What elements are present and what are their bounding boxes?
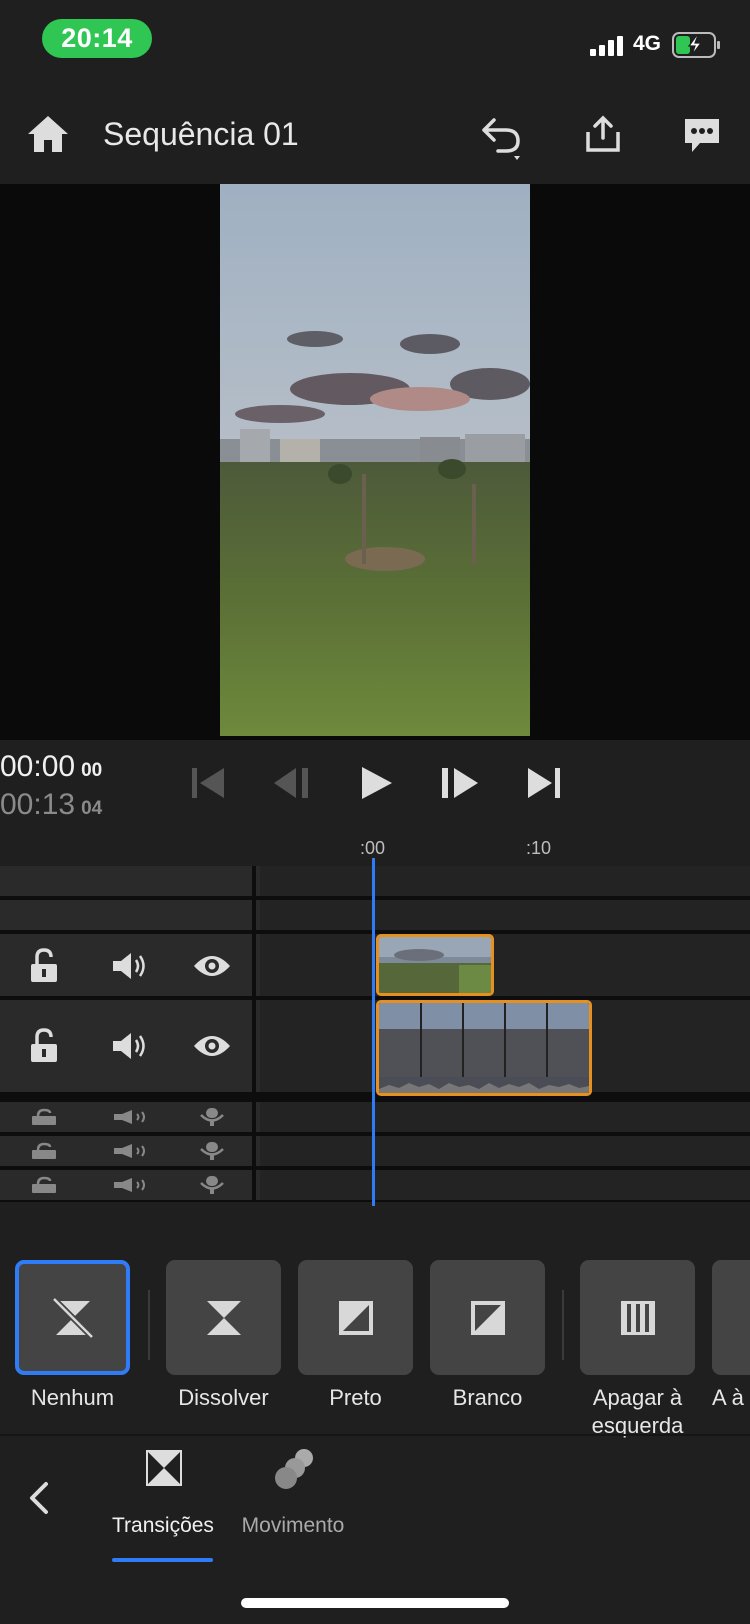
tab-transitions-label: Transições xyxy=(112,1514,214,1537)
clip-filmstrip xyxy=(379,1003,589,1093)
status-time: 20:14 xyxy=(42,19,152,58)
video-frame-image xyxy=(220,184,530,736)
dip-white-icon xyxy=(470,1300,505,1335)
lock-small-icon[interactable] xyxy=(28,1106,60,1128)
transition-none[interactable] xyxy=(15,1260,130,1375)
lock-icon[interactable] xyxy=(24,946,64,986)
share-button[interactable] xyxy=(584,114,622,159)
transition-black-label: Preto xyxy=(329,1385,382,1410)
track-row-empty xyxy=(0,866,750,896)
microphone-icon[interactable] xyxy=(194,1138,230,1164)
ruler-mark-0: :00 xyxy=(360,838,386,858)
video-track-2 xyxy=(0,934,750,996)
ruler-mark-10: :10 xyxy=(526,838,552,858)
motion-tab-icon xyxy=(275,1449,313,1489)
transition-white[interactable] xyxy=(430,1260,545,1375)
wipe-left-icon xyxy=(620,1300,655,1335)
speaker-icon[interactable] xyxy=(108,946,152,986)
transition-dissolve[interactable] xyxy=(166,1260,281,1375)
network-label: 4G xyxy=(633,32,662,55)
microphone-icon[interactable] xyxy=(194,1104,230,1130)
lock-small-icon[interactable] xyxy=(28,1174,60,1196)
video-track-1 xyxy=(0,1000,750,1092)
eye-icon[interactable] xyxy=(190,1026,234,1066)
transition-wipe-left-label: Apagar à esquerda xyxy=(591,1385,684,1438)
duration-timecode: 00:13 04 xyxy=(0,788,103,821)
home-button[interactable] xyxy=(26,114,70,159)
audio-track-3 xyxy=(0,1170,750,1200)
home-indicator xyxy=(241,1598,509,1608)
video-clip-v2[interactable] xyxy=(376,934,494,996)
speaker-small-icon[interactable] xyxy=(110,1106,154,1128)
audio-track-2 xyxy=(0,1136,750,1166)
separator xyxy=(148,1290,150,1360)
step-forward-button[interactable] xyxy=(440,766,480,805)
lock-icon[interactable] xyxy=(24,1026,64,1066)
feedback-button[interactable] xyxy=(682,116,722,161)
microphone-icon[interactable] xyxy=(194,1172,230,1198)
audio-track-1 xyxy=(0,1102,750,1132)
sequence-title: Sequência 01 xyxy=(103,116,299,152)
clip-thumbnail xyxy=(379,937,491,993)
step-back-button[interactable] xyxy=(272,766,312,805)
transition-partial-label: A à d xyxy=(712,1385,750,1410)
transition-wipe-left[interactable] xyxy=(580,1260,695,1375)
lock-small-icon[interactable] xyxy=(28,1140,60,1162)
tab-motion[interactable]: Movimento xyxy=(234,1448,352,1558)
none-transition-icon xyxy=(51,1296,94,1339)
dissolve-icon xyxy=(206,1300,241,1335)
undo-button[interactable] xyxy=(478,116,526,165)
tab-motion-label: Movimento xyxy=(241,1514,345,1537)
dip-black-icon xyxy=(338,1300,373,1335)
transition-black[interactable] xyxy=(298,1260,413,1375)
track-row-empty xyxy=(0,900,750,930)
transition-partial[interactable] xyxy=(712,1260,750,1375)
signal-icon xyxy=(590,36,626,61)
transitions-tab-icon xyxy=(146,1450,182,1486)
active-tab-indicator xyxy=(112,1558,213,1562)
speaker-icon[interactable] xyxy=(108,1026,152,1066)
transition-white-label: Branco xyxy=(452,1385,523,1410)
play-button[interactable] xyxy=(360,765,394,806)
divider xyxy=(0,1434,750,1436)
transition-none-label: Nenhum xyxy=(30,1385,115,1410)
skip-to-start-button[interactable] xyxy=(190,766,226,805)
skip-to-end-button[interactable] xyxy=(526,766,562,805)
playhead[interactable] xyxy=(372,858,375,1206)
video-clip-v1[interactable] xyxy=(376,1000,592,1096)
battery-icon xyxy=(672,32,722,63)
back-button[interactable] xyxy=(26,1480,52,1521)
video-preview[interactable] xyxy=(220,184,530,736)
speaker-small-icon[interactable] xyxy=(110,1140,154,1162)
speaker-small-icon[interactable] xyxy=(110,1174,154,1196)
current-timecode: 00:00 00 xyxy=(0,750,103,783)
transition-dissolve-label: Dissolver xyxy=(178,1385,269,1410)
separator xyxy=(562,1290,564,1360)
eye-icon[interactable] xyxy=(190,946,234,986)
tab-transitions[interactable]: Transições xyxy=(112,1448,214,1558)
